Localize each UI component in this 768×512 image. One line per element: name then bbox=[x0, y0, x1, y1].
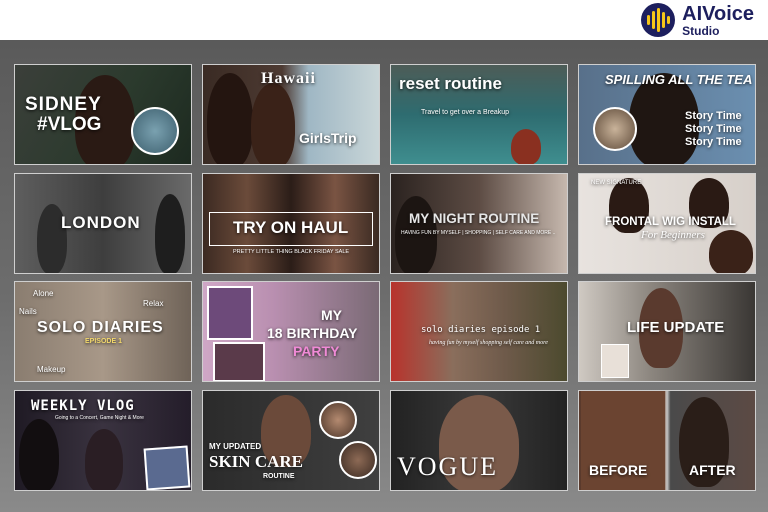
inset-circle-photo bbox=[593, 107, 637, 151]
tile-title: WEEKLY VLOG bbox=[31, 397, 135, 414]
person-silhouette bbox=[709, 229, 753, 273]
inset-circle-photo bbox=[319, 400, 357, 439]
person-silhouette bbox=[511, 129, 541, 164]
thumbnail-night-routine[interactable]: MY NIGHT ROUTINE HAVING FUN BY MYSELF | … bbox=[390, 172, 568, 274]
photo-polaroid bbox=[207, 286, 253, 340]
tile-subtitle: Travel to get over a Breakup bbox=[421, 109, 510, 116]
logo-subtitle: Studio bbox=[682, 23, 720, 38]
person-silhouette bbox=[19, 418, 59, 490]
tile-title: SKIN CARE bbox=[209, 451, 303, 471]
photo-polaroid bbox=[213, 342, 265, 381]
tile-kicker: NEW SIGNATURE bbox=[591, 179, 642, 186]
tile-title: FRONTAL WIG INSTALL bbox=[605, 215, 736, 228]
person-silhouette bbox=[251, 83, 295, 164]
thumbnail-grid: SIDNEY #VLOG Hawaii GirlsTrip reset rout… bbox=[14, 64, 756, 491]
tile-subtitle: ROUTINE bbox=[263, 472, 295, 480]
aivoice-logo[interactable]: AIVoice Studio bbox=[641, 2, 754, 38]
tile-subtitle: For Beginners bbox=[641, 228, 705, 241]
tile-title: MY bbox=[321, 307, 342, 323]
thumbnail-try-on-haul[interactable]: TRY ON HAUL PRETTY LITTLE THING BLACK FR… bbox=[202, 172, 380, 274]
photo-polaroid bbox=[601, 344, 629, 378]
tile-subtitle: having fun by myself shopping self care … bbox=[429, 340, 548, 346]
thumbnail-spilling-the-tea[interactable]: SPILLING ALL THE TEA Story Time Story Ti… bbox=[578, 64, 756, 165]
thumbnail-skin-care-routine[interactable]: MY UPDATED SKIN CARE ROUTINE bbox=[202, 389, 380, 491]
thumbnail-sidney-vlog[interactable]: SIDNEY #VLOG bbox=[14, 64, 192, 165]
thumbnail-life-update[interactable]: LIFE UPDATE bbox=[578, 281, 756, 382]
tile-line: Story Time bbox=[685, 123, 742, 135]
tile-title: reset routine bbox=[399, 74, 502, 93]
tile-tag: Relax bbox=[143, 299, 164, 308]
tile-title: solo diaries episode 1 bbox=[421, 325, 541, 335]
tile-tag: Nails bbox=[19, 307, 37, 316]
thumbnail-before-after[interactable]: BEFORE AFTER bbox=[578, 389, 756, 491]
person-silhouette bbox=[85, 428, 123, 490]
thumbnail-reset-routine[interactable]: reset routine Travel to get over a Break… bbox=[390, 64, 568, 165]
tile-title: LONDON bbox=[61, 212, 141, 232]
label-before: BEFORE bbox=[589, 461, 648, 478]
thumbnail-18-birthday-party[interactable]: MY 18 BIRTHDAY PARTY bbox=[202, 281, 380, 382]
tile-subtitle: EPISODE 1 bbox=[85, 338, 122, 345]
tile-title: Hawaii bbox=[261, 70, 316, 87]
tile-title: SOLO DIARIES bbox=[37, 319, 164, 336]
thumbnail-weekly-vlog[interactable]: WEEKLY VLOG Going to a Concert, Game Nig… bbox=[14, 389, 192, 491]
person-silhouette bbox=[155, 193, 185, 273]
waveform-icon bbox=[641, 3, 676, 37]
tile-tag: Alone bbox=[33, 289, 54, 298]
tile-title: SPILLING ALL THE TEA bbox=[605, 72, 753, 87]
person-silhouette bbox=[207, 73, 253, 164]
tile-subtitle: HAVING FUN BY MYSELF | SHOPPING | SELF C… bbox=[401, 229, 556, 236]
tile-subtitle: Going to a Concert, Game Night & More bbox=[55, 414, 144, 421]
tile-title: LIFE UPDATE bbox=[627, 319, 725, 336]
thumbnail-solo-diaries[interactable]: Alone Nails Relax Makeup SOLO DIARIES EP… bbox=[14, 281, 192, 382]
tile-title: SIDNEY bbox=[25, 94, 102, 115]
label-after: AFTER bbox=[689, 461, 736, 478]
tile-title: TRY ON HAUL bbox=[233, 217, 349, 237]
tile-line: Story Time bbox=[685, 110, 742, 122]
tile-tag: Makeup bbox=[37, 365, 66, 374]
top-bar: AIVoice Studio bbox=[0, 0, 768, 40]
thumbnail-london[interactable]: LONDON bbox=[14, 172, 192, 274]
photo-polaroid bbox=[143, 445, 191, 490]
thumbnail-solo-diaries-episode-1[interactable]: solo diaries episode 1 having fun by mys… bbox=[390, 281, 568, 382]
tile-title: MY NIGHT ROUTINE bbox=[409, 210, 540, 226]
tile-subtitle: GirlsTrip bbox=[299, 130, 357, 146]
tile-kicker: MY UPDATED bbox=[209, 441, 262, 451]
tile-title: VOGUE bbox=[397, 451, 498, 481]
tile-subtitle: PRETTY LITTLE THING BLACK FRIDAY SALE bbox=[233, 248, 350, 255]
logo-name: AIVoice bbox=[682, 2, 754, 25]
thumbnail-showcase: SIDNEY #VLOG Hawaii GirlsTrip reset rout… bbox=[0, 40, 768, 512]
tile-subtitle: #VLOG bbox=[37, 114, 102, 135]
tile-line: Story Time bbox=[685, 136, 742, 148]
tile-title: PARTY bbox=[293, 343, 340, 359]
thumbnail-hawaii-girlstrip[interactable]: Hawaii GirlsTrip bbox=[202, 64, 380, 165]
inset-circle-photo bbox=[339, 440, 377, 479]
thumbnail-frontal-wig-install[interactable]: NEW SIGNATURE FRONTAL WIG INSTALL For Be… bbox=[578, 172, 756, 274]
tile-title: 18 BIRTHDAY bbox=[267, 325, 358, 341]
inset-circle-photo bbox=[131, 107, 179, 155]
thumbnail-vogue[interactable]: VOGUE bbox=[390, 389, 568, 491]
